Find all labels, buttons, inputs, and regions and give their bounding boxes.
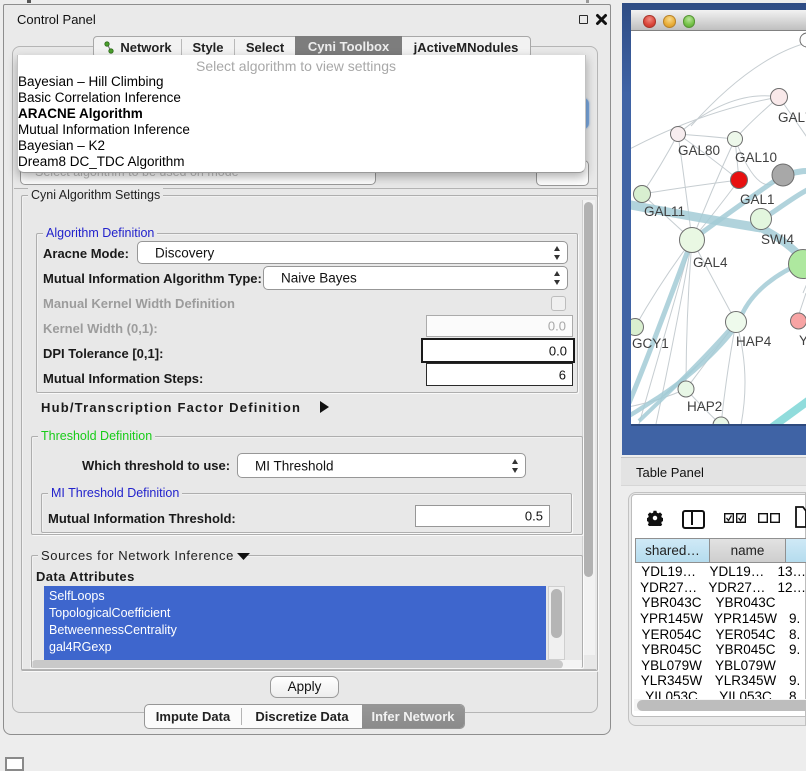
svg-text:GCY1: GCY1 xyxy=(632,336,669,351)
svg-text:GAL11: GAL11 xyxy=(644,204,685,219)
svg-text:GAL7: GAL7 xyxy=(778,110,806,125)
svg-text:GAL80: GAL80 xyxy=(678,143,720,158)
svg-text:YDR: YDR xyxy=(799,333,806,348)
svg-text:SWI4: SWI4 xyxy=(761,232,794,247)
svg-text:HAP2: HAP2 xyxy=(687,399,722,414)
svg-text:GAL4: GAL4 xyxy=(693,255,728,270)
svg-text:GAL10: GAL10 xyxy=(735,150,777,165)
svg-text:HAP4: HAP4 xyxy=(736,334,772,349)
svg-text:GAL1: GAL1 xyxy=(740,192,775,207)
